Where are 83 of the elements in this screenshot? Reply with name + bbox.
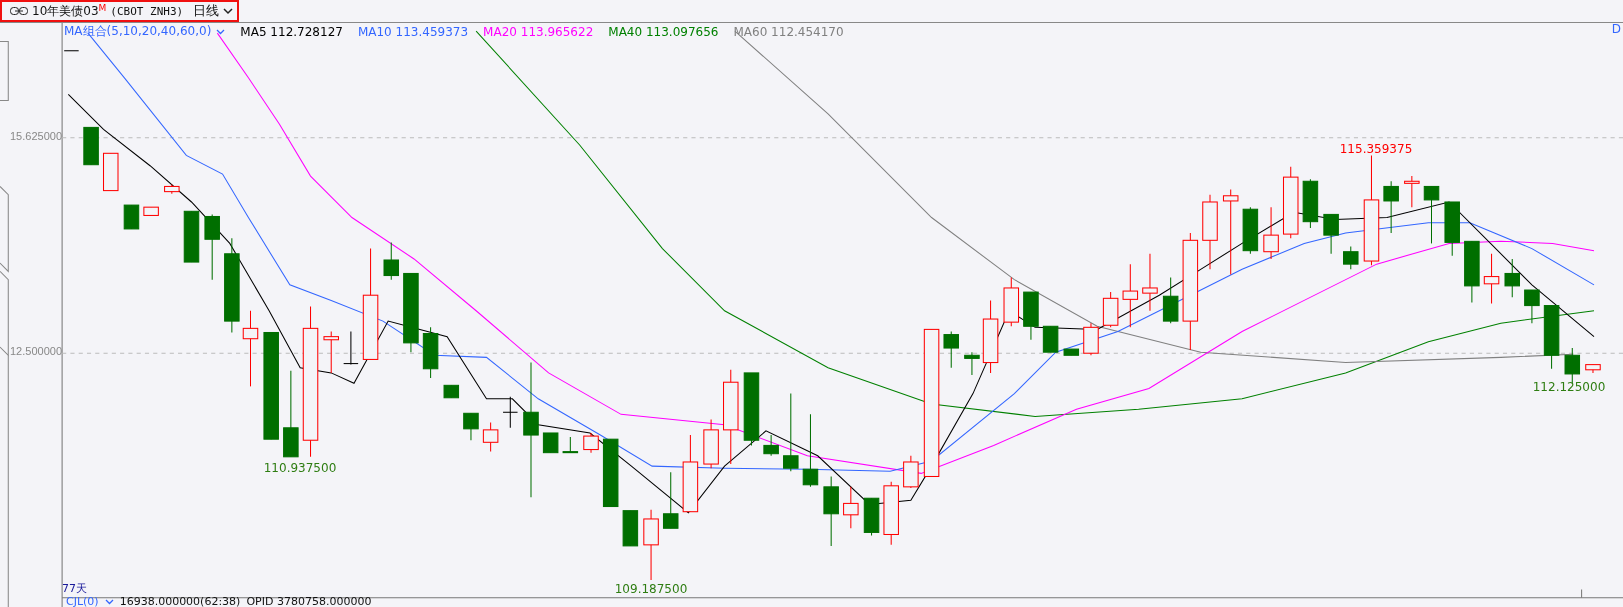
candlestick <box>1242 206 1259 255</box>
candlestick <box>323 330 339 374</box>
candlestick <box>1404 175 1420 208</box>
candlestick <box>703 419 719 469</box>
candlestick <box>1263 206 1279 260</box>
candlestick <box>943 330 959 369</box>
indicator-value: 16938.000000(62:38) <box>119 596 241 607</box>
candlestick <box>662 471 679 529</box>
moving-average-value: MA40 113.097656 <box>608 24 719 39</box>
indicator-group-selector[interactable]: MA组合(5,10,20,40,60,0) <box>64 23 212 40</box>
candlestick <box>1483 253 1500 304</box>
indicator-opid: OPID 3780758.000000 <box>246 596 372 607</box>
candlestick <box>103 152 119 192</box>
candlestick <box>204 213 220 281</box>
candlestick <box>843 486 859 529</box>
candlestick <box>463 412 479 441</box>
candlestick <box>123 204 140 230</box>
candlestick <box>1023 291 1039 341</box>
instrument-code: (CBOT ZNH3) <box>110 4 184 18</box>
instrument-tab[interactable]: 10年美债03$^{M}$ (CBOT ZNH3) 日线 <box>0 0 240 22</box>
indicator-selector[interactable]: CJL(0) <box>66 596 99 607</box>
candlestick <box>1323 213 1339 255</box>
candlestick <box>383 241 399 281</box>
candlestick <box>502 396 519 429</box>
candlestick <box>583 432 599 454</box>
candlestick <box>422 326 439 379</box>
moving-average-value: MA5 112.728127 <box>240 24 343 39</box>
candlestick <box>183 210 200 263</box>
price-annotation: 115.359375 <box>1339 142 1413 156</box>
candlestick <box>823 475 839 547</box>
side-tab[interactable] <box>0 270 9 357</box>
candlestick <box>1585 364 1601 374</box>
side-tab[interactable] <box>0 185 9 273</box>
moving-average-value: MA20 113.965622 <box>483 24 594 39</box>
candlestick <box>1042 325 1059 353</box>
candlestick <box>1122 263 1139 328</box>
candlestick <box>1543 305 1560 370</box>
period-selector[interactable]: 日线 <box>193 2 220 20</box>
day-count: 77天 <box>62 581 87 596</box>
instrument-name: 10年美债03 <box>32 2 99 20</box>
chevron-down-icon <box>223 7 234 15</box>
candlestick <box>1343 246 1359 270</box>
price-annotation: 112.125000 <box>1532 380 1606 394</box>
side-tab[interactable] <box>0 40 9 101</box>
candlestick <box>1083 322 1099 356</box>
candlestick <box>343 330 359 366</box>
candlestick <box>1524 289 1540 324</box>
candlestick <box>1142 253 1158 312</box>
moving-average-value: MA10 113.459373 <box>357 24 469 39</box>
price-annotation: 109.187500 <box>614 582 688 596</box>
candlestick <box>1102 291 1119 328</box>
moving-average-value: MA60 112.454170 <box>733 24 844 39</box>
candlestick <box>542 432 559 454</box>
price-annotation: 110.937500 <box>263 461 337 475</box>
candlestick <box>622 510 639 547</box>
candlestick <box>883 481 899 546</box>
candlestick <box>964 351 980 376</box>
candlestick <box>482 422 499 453</box>
candlestick <box>863 497 880 537</box>
chevron-down-icon <box>104 598 114 605</box>
candlestick <box>1003 277 1020 327</box>
candlestick <box>1464 240 1480 303</box>
market-label: M <box>98 3 107 13</box>
candlestick <box>562 436 579 454</box>
candlestick <box>164 183 180 195</box>
candlestick <box>1162 277 1179 324</box>
corner-label: D <box>1611 22 1621 36</box>
candlestick <box>643 509 659 581</box>
candlestick <box>763 434 779 457</box>
candlestick <box>83 126 99 166</box>
candlestick <box>903 455 919 489</box>
candlestick <box>143 206 159 216</box>
candlestick <box>1302 178 1319 229</box>
candlestick <box>443 384 460 399</box>
candlestick <box>1063 348 1080 356</box>
candlestick <box>602 438 619 508</box>
candlestick <box>1423 185 1440 244</box>
candlestick <box>1444 201 1460 257</box>
candlestick <box>1383 180 1399 234</box>
candlestick <box>1564 347 1581 384</box>
chevron-down-icon <box>216 28 226 35</box>
candlestick <box>1504 258 1520 298</box>
link-icon <box>10 7 28 15</box>
